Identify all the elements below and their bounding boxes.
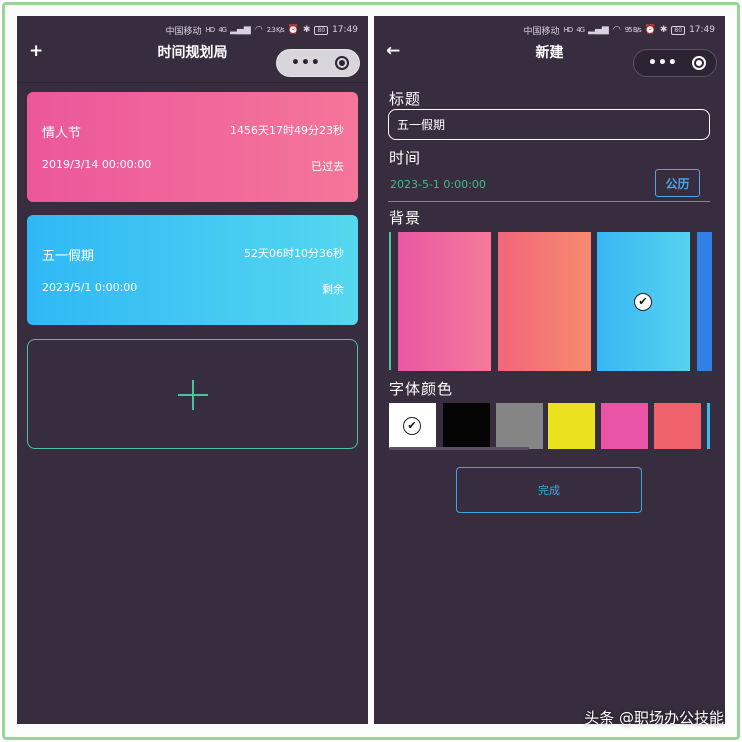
event-date: 2019/3/14 00:00:00 (42, 158, 152, 171)
more-menu-icon[interactable]: ••• (648, 56, 678, 70)
status-bar: 中国移动 HD 4G ▂▄▆ ◠ 2.3 K/s ⏰ ✱ 80 17:49 (166, 22, 358, 38)
event-state: 剩余 (322, 283, 344, 296)
font-color-swatch[interactable] (443, 403, 490, 449)
scroll-edge (389, 232, 391, 370)
event-state: 已过去 (311, 160, 344, 173)
battery-icon: 80 (671, 25, 686, 35)
close-miniprogram-icon[interactable] (335, 56, 349, 70)
font-color-swatch[interactable] (601, 403, 648, 449)
font-color-swatch[interactable] (654, 403, 701, 449)
wifi-icon: ◠ (254, 25, 263, 35)
event-countdown: 52天06时10分36秒 (244, 247, 344, 260)
bluetooth-icon: ✱ (659, 25, 668, 35)
font-color-swatch[interactable] (548, 403, 595, 449)
background-swatch[interactable] (498, 232, 591, 371)
wifi-icon: ◠ (612, 25, 621, 35)
calendar-toggle-button[interactable]: 公历 (655, 169, 700, 197)
background-swatch-list[interactable]: ✔ (374, 232, 725, 372)
font-color-swatch-selected[interactable]: ✔ (389, 403, 436, 449)
network-text: 4G (576, 26, 585, 34)
add-event-card[interactable] (27, 339, 358, 449)
time-picker[interactable]: 2023-5-1 0:00:00 (390, 178, 486, 191)
event-card[interactable]: 五一假期 52天06时10分36秒 2023/5/1 0:00:00 剩余 (27, 215, 358, 325)
font-color-swatch-list[interactable]: ✔ (374, 403, 725, 451)
signal-icon: ▂▄▆ (230, 25, 251, 35)
carrier-text: 中国移动 (165, 26, 202, 37)
hd-badge: HD (205, 26, 216, 34)
event-date: 2023/5/1 0:00:00 (42, 281, 138, 294)
nav-divider (17, 82, 368, 83)
check-icon: ✔ (634, 293, 652, 311)
network-text: 4G (218, 26, 227, 34)
event-name: 情人节 (42, 126, 82, 141)
phone-list-screen: 中国移动 HD 4G ▂▄▆ ◠ 2.3 K/s ⏰ ✱ 80 17:49 + … (17, 16, 368, 724)
miniprogram-capsule: ••• (276, 49, 360, 77)
clock-text: 17:49 (332, 25, 358, 35)
bluetooth-icon: ✱ (302, 25, 311, 35)
title-input[interactable] (388, 109, 710, 140)
alarm-icon: ⏰ (644, 25, 656, 35)
status-bar: 中国移动 HD 4G ▂▄▆ ◠ 95 B/s ⏰ ✱ 80 17:49 (524, 22, 715, 38)
more-menu-icon[interactable]: ••• (291, 56, 321, 70)
horizontal-scrollbar[interactable] (389, 447, 529, 450)
background-swatch[interactable] (398, 232, 491, 371)
battery-icon: 80 (314, 25, 329, 35)
background-swatch[interactable] (697, 232, 712, 371)
event-name: 五一假期 (42, 249, 95, 264)
event-countdown: 1456天17时49分23秒 (230, 124, 344, 137)
background-swatch-selected[interactable]: ✔ (597, 232, 690, 371)
hd-badge: HD (563, 26, 574, 34)
check-icon: ✔ (403, 417, 421, 435)
title-label: 标题 (389, 90, 422, 108)
time-label: 时间 (389, 149, 422, 167)
watermark-text: 头条 @职场办公技能 (584, 709, 724, 727)
background-label: 背景 (389, 209, 422, 227)
done-button[interactable]: 完成 (456, 467, 642, 513)
clock-text: 17:49 (689, 25, 715, 35)
carrier-text: 中国移动 (523, 26, 560, 37)
font-color-swatch[interactable] (707, 403, 710, 449)
event-card[interactable]: 情人节 1456天17时49分23秒 2019/3/14 00:00:00 已过… (27, 92, 358, 202)
speed-text: 95 B/s (624, 26, 642, 34)
speed-text: 2.3 K/s (266, 26, 285, 34)
miniprogram-capsule: ••• (633, 49, 717, 77)
time-divider (388, 201, 710, 202)
alarm-icon: ⏰ (287, 25, 299, 35)
phone-new-event-screen: 中国移动 HD 4G ▂▄▆ ◠ 95 B/s ⏰ ✱ 80 17:49 ← 新… (374, 16, 725, 724)
close-miniprogram-icon[interactable] (692, 56, 706, 70)
font-color-label: 字体颜色 (389, 380, 454, 398)
signal-icon: ▂▄▆ (588, 25, 609, 35)
plus-icon-vertical (192, 380, 194, 410)
font-color-swatch[interactable] (496, 403, 543, 449)
